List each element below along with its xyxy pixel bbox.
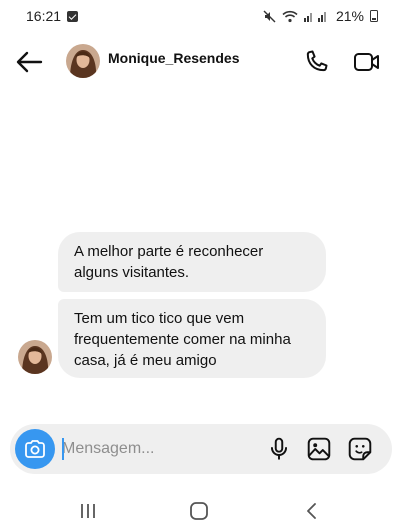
back-arrow-icon[interactable]: [14, 48, 44, 76]
message-composer: [10, 424, 392, 474]
message-bubble[interactable]: A melhor parte é reconhecer alguns visit…: [58, 232, 326, 292]
text-cursor: [62, 438, 64, 460]
chat-header: Monique_Resendes: [0, 36, 400, 88]
gallery-icon[interactable]: [306, 436, 332, 462]
home-icon[interactable]: [189, 501, 209, 521]
chat-screen: 16:21 21% Monique_Resendes A melhor part…: [0, 0, 400, 532]
microphone-icon[interactable]: [266, 436, 292, 462]
phone-icon[interactable]: [302, 48, 330, 76]
battery-icon: [370, 10, 378, 22]
camera-icon[interactable]: [15, 429, 55, 469]
wifi-icon: [282, 10, 298, 23]
avatar[interactable]: [66, 44, 100, 78]
system-nav-bar: [0, 494, 400, 532]
avatar[interactable]: [18, 340, 52, 374]
sticker-icon[interactable]: [347, 436, 373, 462]
contact-name[interactable]: Monique_Resendes: [108, 50, 239, 66]
mute-icon: [263, 10, 276, 23]
back-icon[interactable]: [302, 501, 322, 521]
message-input[interactable]: [62, 437, 262, 461]
signal-icon: [303, 10, 330, 22]
status-bar: 16:21 21%: [0, 0, 400, 32]
recents-icon[interactable]: [78, 502, 98, 520]
notification-icon: [67, 10, 79, 22]
status-time: 16:21: [26, 8, 62, 24]
message-bubble[interactable]: Tem um tico tico que vem frequentemente …: [58, 299, 326, 378]
video-camera-icon[interactable]: [353, 48, 381, 76]
battery-percent: 21%: [335, 8, 364, 24]
